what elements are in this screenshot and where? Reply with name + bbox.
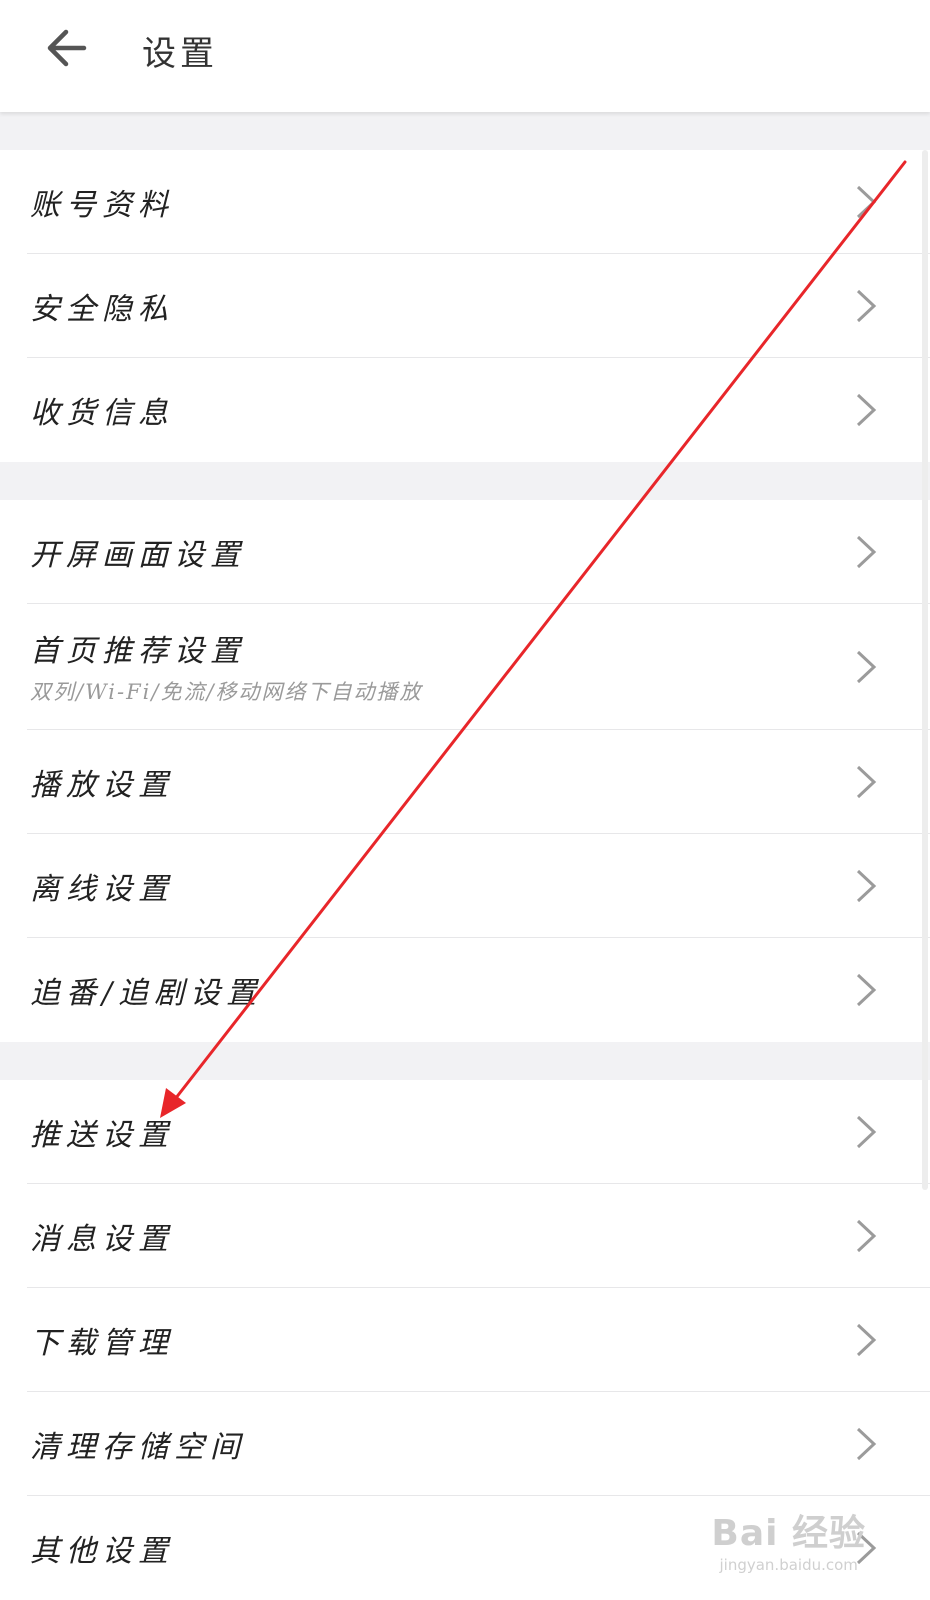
chevron-right-icon <box>856 765 877 799</box>
settings-item-label: 下载管理 <box>30 1326 174 1361</box>
arrow-left-icon <box>47 29 87 67</box>
settings-item-label: 播放设置 <box>30 768 174 803</box>
chevron-right-icon <box>856 289 877 323</box>
settings-item-splash-screen[interactable]: 开屏画面设置 <box>0 500 930 604</box>
watermark: Bai 经验 jingyan.baidu.com <box>711 1504 866 1574</box>
chevron-right-icon <box>856 1219 877 1253</box>
watermark-logo: Bai 经验 <box>711 1513 866 1554</box>
section-gap <box>0 1042 930 1080</box>
settings-item-label: 推送设置 <box>30 1118 174 1153</box>
settings-item-label: 账号资料 <box>30 188 174 223</box>
settings-item-security-privacy[interactable]: 安全隐私 <box>0 254 930 358</box>
settings-item-label: 其他设置 <box>30 1534 174 1569</box>
chevron-right-icon <box>856 1323 877 1357</box>
settings-item-home-recommend[interactable]: 首页推荐设置 双列/Wi-Fi/免流/移动网络下自动播放 <box>0 604 930 730</box>
chevron-right-icon <box>856 393 877 427</box>
settings-item-downloads[interactable]: 下载管理 <box>0 1288 930 1392</box>
scrollbar[interactable] <box>922 150 928 1190</box>
settings-item-playback[interactable]: 播放设置 <box>0 730 930 834</box>
settings-item-label: 首页推荐设置 <box>30 634 246 669</box>
settings-item-label: 收货信息 <box>30 396 174 431</box>
settings-item-label: 开屏画面设置 <box>30 538 246 573</box>
section-gap <box>0 462 930 500</box>
settings-item-account-profile[interactable]: 账号资料 <box>0 150 930 254</box>
settings-item-follow-series[interactable]: 追番/追剧设置 <box>0 938 930 1042</box>
settings-item-offline[interactable]: 离线设置 <box>0 834 930 938</box>
settings-item-label: 安全隐私 <box>30 292 174 327</box>
settings-item-push[interactable]: 推送设置 <box>0 1080 930 1184</box>
settings-list: 账号资料 安全隐私 收货信息 开屏画面设置 首页推荐设置 双列/Wi-Fi/免流… <box>0 112 930 1600</box>
chevron-right-icon <box>856 1115 877 1149</box>
section-gap <box>0 112 930 150</box>
settings-item-shipping-info[interactable]: 收货信息 <box>0 358 930 462</box>
settings-item-subtitle: 双列/Wi-Fi/免流/移动网络下自动播放 <box>30 680 423 704</box>
chevron-right-icon <box>856 535 877 569</box>
settings-item-messages[interactable]: 消息设置 <box>0 1184 930 1288</box>
watermark-url: jingyan.baidu.com <box>719 1556 858 1574</box>
chevron-right-icon <box>856 185 877 219</box>
chevron-right-icon <box>856 973 877 1007</box>
settings-item-label: 离线设置 <box>30 872 174 907</box>
settings-item-label: 消息设置 <box>30 1222 174 1257</box>
app-header: 设置 <box>0 0 930 112</box>
chevron-right-icon <box>856 1427 877 1461</box>
settings-item-label: 追番/追剧设置 <box>30 976 263 1011</box>
page-title: 设置 <box>142 34 218 74</box>
back-button[interactable] <box>36 20 96 76</box>
settings-item-clear-storage[interactable]: 清理存储空间 <box>0 1392 930 1496</box>
chevron-right-icon <box>856 650 877 684</box>
settings-item-label: 清理存储空间 <box>30 1430 246 1465</box>
chevron-right-icon <box>856 869 877 903</box>
